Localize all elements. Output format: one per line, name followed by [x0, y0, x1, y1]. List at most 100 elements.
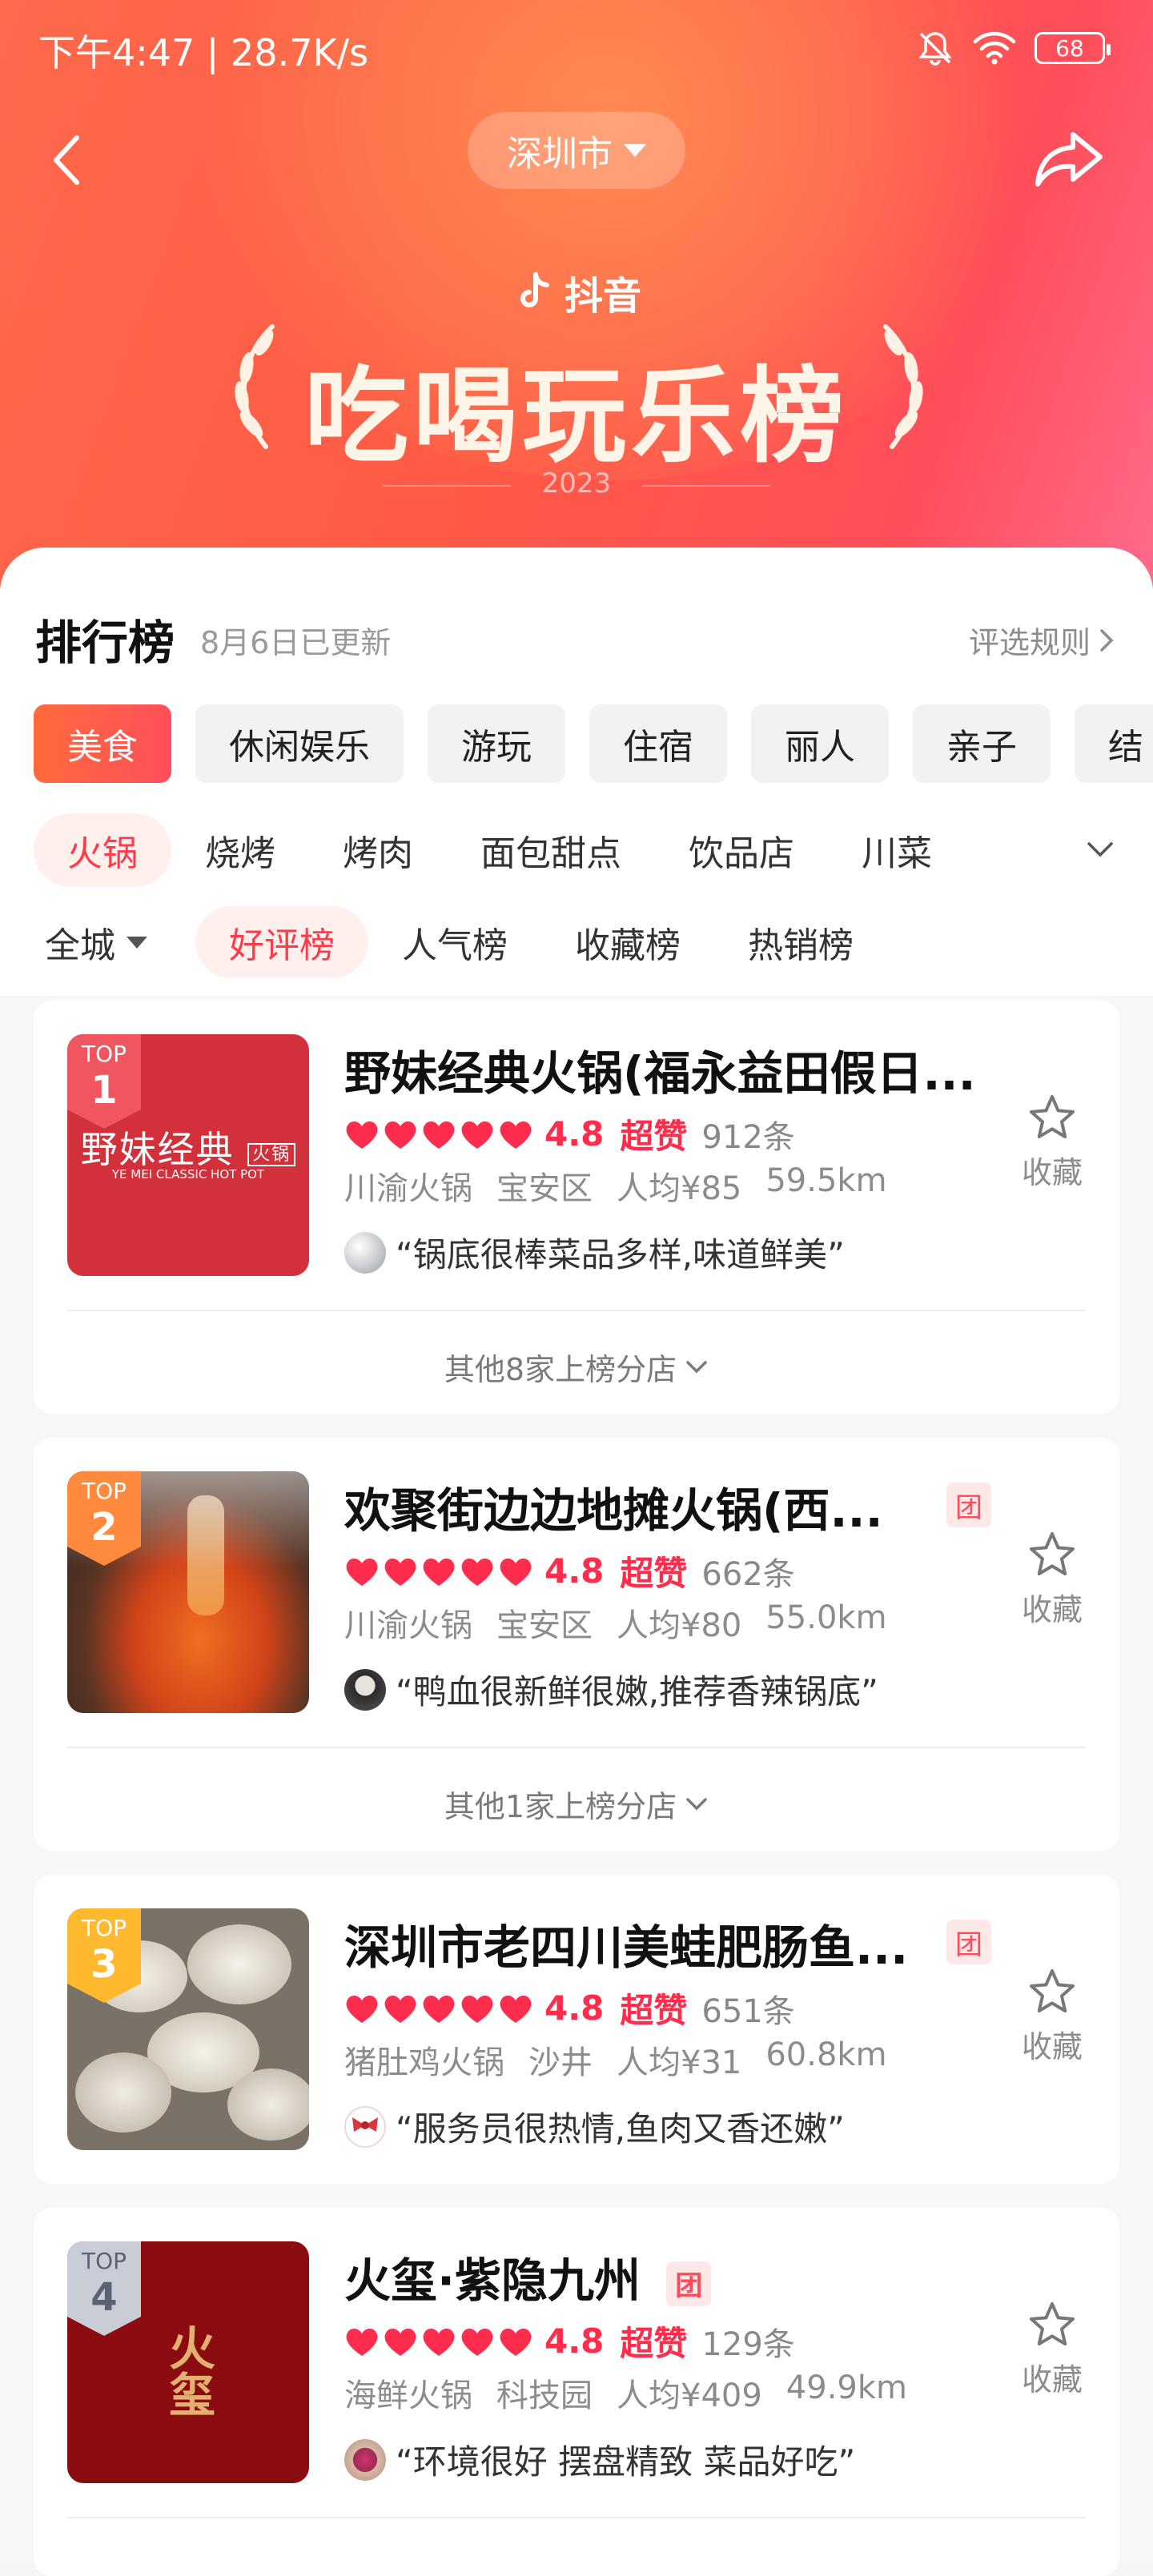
favorite-label: 收藏 — [1021, 1592, 1083, 1627]
mute-bell-icon — [918, 32, 952, 66]
heart-icon — [423, 2328, 455, 2356]
rank-badge-number: 3 — [90, 1942, 118, 1987]
heart-icon — [461, 1121, 493, 1149]
ranking-title: 排行榜 — [35, 616, 175, 670]
shop-card[interactable]: 火玺 TOP 4 火玺·紫隐九州 团 4.8 超赞 129条 海鲜火锅 科技园 … — [34, 2208, 1119, 2576]
chevron-down-icon — [686, 1360, 707, 1373]
city-selector[interactable]: 深圳市 — [468, 112, 685, 189]
rating-row: 4.8 超赞 129条 — [344, 2317, 795, 2365]
ranking-type-tab[interactable]: 收藏榜 — [541, 906, 714, 978]
review-count: 662条 — [701, 1555, 795, 1593]
favorite-button[interactable]: 收藏 — [1020, 1093, 1084, 1192]
shop-name[interactable]: 野妹经典火锅(福永益田假日... — [344, 1036, 985, 1103]
shop-name[interactable]: 深圳市老四川美蛙肥肠鱼... — [344, 1910, 937, 1977]
subcategory-tab[interactable]: 火锅 — [34, 813, 171, 887]
shop-cuisine: 川渝火锅 — [344, 1170, 472, 1207]
status-bar: 下午4:47 | 28.7K/s 68 — [0, 0, 1153, 96]
category-tab[interactable]: 游玩 — [428, 704, 565, 783]
rank-badge-top: TOP — [81, 2248, 127, 2274]
heart-icon — [500, 1121, 532, 1149]
rating-praise: 超赞 — [620, 1554, 688, 1593]
star-icon — [1030, 1095, 1075, 1138]
shop-meta: 川渝火锅 宝安区 人均¥85 59.5km — [344, 1162, 887, 1209]
heart-icon — [423, 1995, 455, 2023]
oyster-graphic — [227, 2068, 309, 2141]
shop-distance: 55.0km — [765, 1599, 887, 1636]
subcategory-tab[interactable]: 面包甜点 — [447, 813, 655, 887]
review-quote: “锅底很棒菜品多样,味道鲜美” — [344, 1228, 845, 1277]
shop-name-row: 火玺·紫隐九州 团 — [344, 2243, 712, 2310]
shop-name[interactable]: 火玺·紫隐九州 — [344, 2253, 641, 2308]
heart-icon — [423, 1121, 455, 1149]
branch-link[interactable]: 其他8家上榜分店 — [34, 1345, 1119, 1389]
ranking-type-tab[interactable]: 热销榜 — [714, 906, 887, 978]
rating-praise: 超赞 — [620, 2324, 688, 2363]
rating-row: 4.8 超赞 912条 — [344, 1109, 795, 1158]
shop-card[interactable]: 野妹经典 火锅 YE MEI CLASSIC HOT POT TOP 1 野妹经… — [34, 1001, 1119, 1414]
subcategory-tab[interactable]: 烤肉 — [309, 813, 447, 887]
favorite-button[interactable]: 收藏 — [1020, 2301, 1084, 2399]
category-tab[interactable]: 结 — [1075, 704, 1153, 783]
heart-icon — [500, 1558, 532, 1586]
branch-link[interactable]: 其他1家上榜分店 — [34, 1782, 1119, 1826]
laurel-right-icon — [883, 324, 923, 449]
review-quote: “环境很好 摆盘精致 菜品好吃” — [344, 2435, 855, 2484]
group-buy-tag: 团 — [946, 1920, 991, 1964]
ranking-type-tab[interactable]: 好评榜 — [195, 906, 368, 978]
subcategory-tab[interactable]: 川菜 — [828, 813, 966, 887]
area-filter[interactable]: 全城 — [45, 917, 147, 968]
category-tab[interactable]: 美食 — [34, 704, 171, 783]
category-tab[interactable]: 休闲娱乐 — [195, 704, 404, 783]
shop-card[interactable]: TOP 3 深圳市老四川美蛙肥肠鱼... 团 4.8 超赞 651条 猪肚鸡火锅… — [34, 1875, 1119, 2184]
rank-badge: TOP 3 — [67, 1908, 141, 2003]
oyster-graphic — [75, 2052, 171, 2133]
shop-meta: 海鲜火锅 科技园 人均¥409 49.9km — [344, 2369, 907, 2416]
shop-name[interactable]: 欢聚街边边地摊火锅(西... — [344, 1473, 937, 1540]
ranking-type-tab[interactable]: 人气榜 — [368, 906, 541, 978]
rating-score: 4.8 — [544, 2321, 605, 2361]
rules-link[interactable]: 评选规则 — [969, 618, 1115, 662]
rank-badge: TOP 2 — [67, 1471, 141, 1566]
category-tab[interactable]: 住宿 — [589, 704, 727, 783]
avatar — [344, 2438, 386, 2481]
category-tab[interactable]: 亲子 — [913, 704, 1051, 783]
chevron-down-icon[interactable] — [1084, 834, 1116, 866]
rating-row: 4.8 超赞 651条 — [344, 1984, 795, 2032]
review-quote-text: “服务员很热情,鱼肉又香还嫩” — [396, 2109, 845, 2149]
favorite-button[interactable]: 收藏 — [1020, 1968, 1084, 2066]
shop-cuisine: 海鲜火锅 — [344, 2377, 472, 2414]
heart-icon — [461, 2328, 493, 2356]
category-tab[interactable]: 丽人 — [751, 704, 889, 783]
city-label: 深圳市 — [507, 134, 613, 175]
oyster-graphic — [187, 1924, 291, 2004]
subcategory-tab[interactable]: 饮品店 — [655, 813, 828, 887]
rank-badge-top: TOP — [81, 1478, 127, 1504]
rating-row: 4.8 超赞 662条 — [344, 1547, 795, 1595]
shop-district: 宝安区 — [496, 1170, 593, 1207]
page-title: 吃喝玩乐榜 — [303, 355, 849, 477]
category-tabs: 美食 休闲娱乐 游玩 住宿 丽人 亲子 结 — [34, 704, 1153, 783]
subcategory-tab[interactable]: 烧烤 — [171, 813, 309, 887]
heart-icon — [384, 2328, 416, 2356]
share-icon[interactable] — [1033, 126, 1105, 191]
shop-card[interactable]: TOP 2 欢聚街边边地摊火锅(西... 团 4.8 超赞 662条 川渝火锅 … — [34, 1438, 1119, 1851]
shop-distance: 59.5km — [765, 1162, 887, 1199]
thumb-logo-text: 野妹经典 — [80, 1128, 235, 1171]
subcategory-tabs: 火锅 烧烤 烤肉 面包甜点 饮品店 川菜 — [34, 813, 966, 887]
shop-district: 科技园 — [496, 2377, 593, 2414]
divider — [67, 1310, 1086, 1311]
favorite-label: 收藏 — [1021, 2029, 1083, 2064]
shop-thumbnail: 火玺 TOP 4 — [67, 2241, 309, 2483]
rules-link-label: 评选规则 — [968, 625, 1091, 660]
rank-badge-top: TOP — [81, 1915, 127, 1941]
favorite-button[interactable]: 收藏 — [1020, 1531, 1084, 1629]
heart-icon — [423, 1558, 455, 1586]
group-buy-tag: 团 — [666, 2261, 712, 2306]
shop-thumbnail: TOP 3 — [67, 1908, 309, 2150]
shop-district: 宝安区 — [496, 1607, 593, 1644]
back-icon[interactable] — [45, 128, 93, 192]
heart-icon — [346, 2328, 378, 2356]
star-icon — [1030, 1532, 1075, 1575]
heart-icon — [384, 1121, 416, 1149]
review-count: 651条 — [701, 1992, 795, 2030]
